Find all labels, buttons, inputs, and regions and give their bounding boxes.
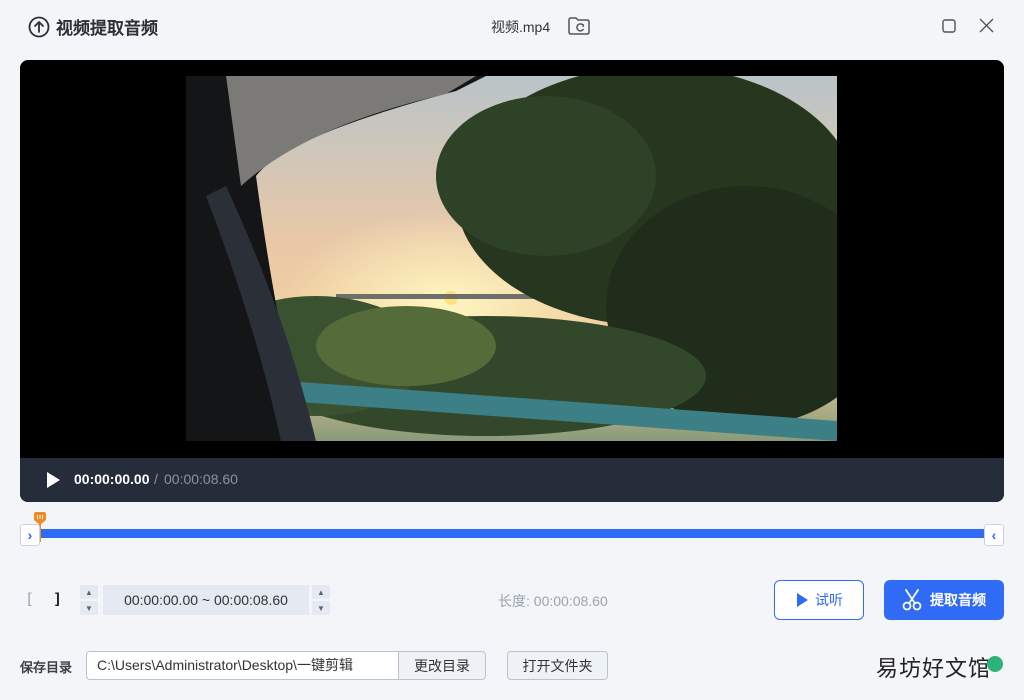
total-time: 00:00:08.60 [164, 471, 238, 487]
close-icon[interactable] [978, 17, 995, 34]
scissors-icon [902, 589, 922, 611]
maximize-icon[interactable] [942, 19, 956, 33]
time-separator: / [154, 471, 158, 487]
app-title: 视频提取音频 [28, 14, 158, 39]
video-preview-image [186, 76, 837, 441]
open-folder-button[interactable]: 打开文件夹 [507, 651, 608, 680]
length-label: 长度: 00:00:08.60 [498, 593, 608, 609]
app-title-text: 视频提取音频 [56, 19, 158, 38]
extract-button-label: 提取音频 [930, 592, 986, 608]
chevron-up-icon[interactable]: ▲ [80, 585, 98, 599]
upload-circle-icon [28, 16, 50, 37]
video-player[interactable]: 00:00:00.00 / 00:00:08.60 [20, 60, 1004, 502]
title-bar: 视频提取音频 视频.mp4 [0, 0, 1024, 52]
player-controls: 00:00:00.00 / 00:00:08.60 [20, 458, 1004, 502]
change-directory-button[interactable]: 更改目录 [398, 651, 486, 680]
play-outline-icon [797, 593, 808, 607]
current-time: 00:00:00.00 [74, 471, 150, 487]
chevron-up-icon[interactable]: ▲ [312, 585, 330, 599]
watermark-badge-icon [987, 656, 1003, 672]
start-time-stepper[interactable]: ▲ ▼ [80, 585, 98, 615]
set-end-button[interactable]: ] [53, 590, 62, 608]
play-icon[interactable] [44, 471, 62, 489]
chevron-down-icon[interactable]: ▼ [80, 601, 98, 615]
timeline[interactable]: › ‹ [20, 512, 1004, 552]
preview-button[interactable]: 试听 [774, 580, 864, 620]
end-time-stepper[interactable]: ▲ ▼ [312, 585, 330, 615]
set-start-button[interactable]: [ [25, 590, 34, 608]
range-start-handle[interactable]: › [20, 524, 40, 546]
watermark: 易坊好文馆 [876, 657, 992, 682]
file-name: 视频.mp4 [491, 19, 551, 35]
video-frame [186, 76, 837, 441]
save-path-field[interactable]: C:\Users\Administrator\Desktop\一键剪辑 [86, 651, 399, 680]
range-end-handle[interactable]: ‹ [984, 524, 1004, 546]
preview-button-label: 试听 [815, 592, 843, 608]
timeline-track[interactable] [40, 529, 984, 538]
extract-audio-button[interactable]: 提取音频 [884, 580, 1004, 620]
folder-refresh-icon[interactable] [567, 15, 591, 37]
time-range-input[interactable]: 00:00:00.00 ~ 00:00:08.60 [103, 585, 309, 615]
chevron-down-icon[interactable]: ▼ [312, 601, 330, 615]
save-directory-label: 保存目录 [20, 660, 73, 675]
